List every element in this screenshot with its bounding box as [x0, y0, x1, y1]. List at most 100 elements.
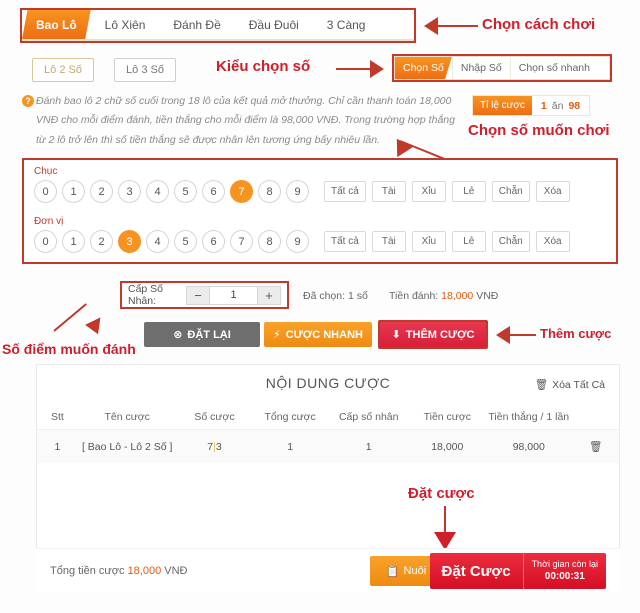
- odds-stake: 1: [540, 99, 547, 112]
- th-tien-cuoc: Tiền cược: [423, 411, 471, 423]
- annotation-arrow-add-bet: [496, 326, 510, 344]
- digit-2[interactable]: 2: [90, 180, 113, 203]
- digit-4[interactable]: 4: [146, 230, 169, 253]
- place-bet-button[interactable]: Đặt Cược Thời gian còn lại 00:00:31: [429, 553, 606, 589]
- digit-3[interactable]: 3: [118, 230, 141, 253]
- multiplier-control[interactable]: Cấp Số Nhân: − 1 +: [120, 281, 289, 309]
- digit-7[interactable]: 7: [230, 180, 253, 203]
- countdown-label: Thời gian còn lại: [531, 558, 598, 569]
- bet-amount: Tiền đánh: 18,000 VNĐ: [389, 290, 498, 302]
- digit-7[interactable]: 7: [230, 230, 253, 253]
- quick-le[interactable]: Lẻ: [451, 231, 486, 252]
- cell-tien-thang: 98,000: [485, 429, 573, 463]
- selected-count: Đã chọn: 1 số: [303, 290, 368, 302]
- table-header-row: Stt Tên cược Số cược Tổng cược Cấp số nh…: [37, 405, 619, 430]
- quick-tai[interactable]: Tài: [371, 181, 406, 202]
- mode-label: Chọn Số: [403, 62, 444, 74]
- multiplier-label: Cấp Số Nhân:: [128, 283, 164, 307]
- picker-row-label: Chục: [34, 166, 58, 177]
- quick-xiu[interactable]: Xỉu: [411, 181, 446, 202]
- digit-3[interactable]: 3: [118, 180, 141, 203]
- tab-label: Đánh Đề: [173, 17, 221, 32]
- quick-xoa[interactable]: Xóa: [535, 181, 570, 202]
- place-bet-label: Đặt Cược: [430, 553, 524, 589]
- subtype-lo-3-so[interactable]: Lô 3 Số: [114, 58, 176, 82]
- digit-6[interactable]: 6: [202, 230, 225, 253]
- number-mode-switch[interactable]: Chọn Số Nhập Số Chọn số nhanh: [394, 56, 610, 80]
- quick-chan[interactable]: Chẵn: [491, 231, 530, 252]
- total-value: 18,000: [127, 565, 162, 577]
- digit-row[interactable]: 0 1 2 3 4 5 6 7 8 9 Tất cả Tài Xỉu Lẻ Ch…: [34, 230, 608, 253]
- digit-1[interactable]: 1: [62, 230, 85, 253]
- tab-label: Bao Lô: [36, 17, 77, 32]
- digit-4[interactable]: 4: [146, 180, 169, 203]
- table-row[interactable]: 1 [ Bao Lô - Lô 2 Số ] 7|3 1 1 18,000 98…: [37, 429, 619, 463]
- digit-8[interactable]: 8: [258, 230, 281, 253]
- play-mode-tabs[interactable]: Bao Lô Lô Xiên Đánh Đề Đầu Đuôi 3 Càng: [22, 10, 414, 41]
- quick-buttons[interactable]: Tất cả Tài Xỉu Lẻ Chẵn Xóa: [324, 231, 570, 252]
- digit-5[interactable]: 5: [174, 230, 197, 253]
- mode-chon-so[interactable]: Chọn Số: [395, 57, 452, 79]
- number-picker-panel: Chục 0 1 2 3 4 5 6 7 8 9 Tất cả Tài Xỉu …: [22, 158, 618, 264]
- digit-row[interactable]: 0 1 2 3 4 5 6 7 8 9 Tất cả Tài Xỉu Lẻ Ch…: [34, 180, 608, 203]
- cell-tien-cuoc: 18,000: [409, 429, 486, 463]
- annotation-arrow-points: [85, 312, 107, 335]
- tab-lo-xien[interactable]: Lô Xiên: [91, 10, 160, 39]
- quick-bet-label: CƯỢC NHANH: [285, 328, 363, 341]
- digit-5[interactable]: 5: [174, 180, 197, 203]
- odds-value: 1 ăn 98: [532, 96, 589, 115]
- tab-label: Lô Xiên: [104, 17, 146, 32]
- digit-0[interactable]: 0: [34, 230, 57, 253]
- clear-all-button[interactable]: 🗑 Xóa Tất Cả: [535, 378, 605, 392]
- mode-label: Chọn số nhanh: [518, 62, 590, 74]
- multiplier-value[interactable]: 1: [210, 285, 257, 305]
- odds-label: Tỉ lệ cược: [473, 96, 532, 115]
- quick-tat-ca[interactable]: Tất cả: [324, 231, 366, 252]
- digit-2[interactable]: 2: [90, 230, 113, 253]
- tab-label: Đầu Đuôi: [248, 17, 299, 32]
- decrement-button[interactable]: −: [186, 285, 210, 305]
- digit-8[interactable]: 8: [258, 180, 281, 203]
- betting-page: Bao Lô Lô Xiên Đánh Đề Đầu Đuôi 3 Càng C…: [0, 0, 640, 613]
- quick-buttons[interactable]: Tất cả Tài Xỉu Lẻ Chẵn Xóa: [324, 181, 570, 202]
- cell-ten-cuoc: [ Bao Lô - Lô 2 Số ]: [77, 429, 177, 463]
- tab-danh-de[interactable]: Đánh Đề: [159, 10, 234, 39]
- digit-6[interactable]: 6: [202, 180, 225, 203]
- digit-9[interactable]: 9: [286, 180, 309, 203]
- tab-3-cang[interactable]: 3 Càng: [313, 10, 380, 39]
- bets-table: Stt Tên cược Số cược Tổng cược Cấp số nh…: [37, 405, 619, 463]
- mode-chon-so-nhanh[interactable]: Chọn số nhanh: [509, 57, 598, 79]
- annotation-points: Số điểm muốn đánh: [2, 341, 136, 357]
- subtype-label: Lô 2 Số: [44, 64, 82, 76]
- add-bet-button[interactable]: ⬇ THÊM CƯỢC: [378, 320, 488, 349]
- quick-bet-button[interactable]: ⚡ CƯỢC NHANH: [264, 322, 372, 347]
- annotation-play-mode: Chọn cách chơi: [482, 16, 596, 33]
- quick-chan[interactable]: Chẵn: [491, 181, 530, 202]
- th-ten-cuoc: Tên cược: [104, 411, 150, 423]
- th-tong-cuoc: Tổng cược: [264, 411, 316, 423]
- cell-tong-cuoc: 1: [252, 429, 328, 463]
- quantity-stepper[interactable]: − 1 +: [186, 285, 281, 305]
- quick-xiu[interactable]: Xỉu: [411, 231, 446, 252]
- tab-bao-lo[interactable]: Bao Lô: [22, 10, 91, 39]
- bet-amount-currency: VNĐ: [476, 290, 499, 302]
- reset-button[interactable]: ⊗ ĐẶT LẠI: [144, 322, 260, 347]
- cell-so-cuoc: 7|3: [176, 429, 253, 463]
- nuoi-label: Nuôi: [403, 565, 427, 577]
- annotation-line-place-bet: [444, 506, 446, 534]
- subtype-lo-2-so[interactable]: Lô 2 Số: [32, 58, 94, 82]
- quick-tai[interactable]: Tài: [371, 231, 406, 252]
- quick-le[interactable]: Lẻ: [451, 181, 486, 202]
- digit-1[interactable]: 1: [62, 180, 85, 203]
- quick-xoa[interactable]: Xóa: [535, 231, 570, 252]
- increment-button[interactable]: +: [257, 285, 281, 305]
- mode-nhap-so[interactable]: Nhập Số: [451, 57, 510, 79]
- tab-dau-duoi[interactable]: Đầu Đuôi: [235, 10, 313, 39]
- delete-row-button[interactable]: 🗑: [572, 429, 619, 463]
- number-right: 3: [215, 440, 222, 453]
- cell-stt: 1: [37, 429, 78, 463]
- quick-tat-ca[interactable]: Tất cả: [324, 181, 366, 202]
- odds-payout: 98: [568, 99, 581, 112]
- digit-9[interactable]: 9: [286, 230, 309, 253]
- digit-0[interactable]: 0: [34, 180, 57, 203]
